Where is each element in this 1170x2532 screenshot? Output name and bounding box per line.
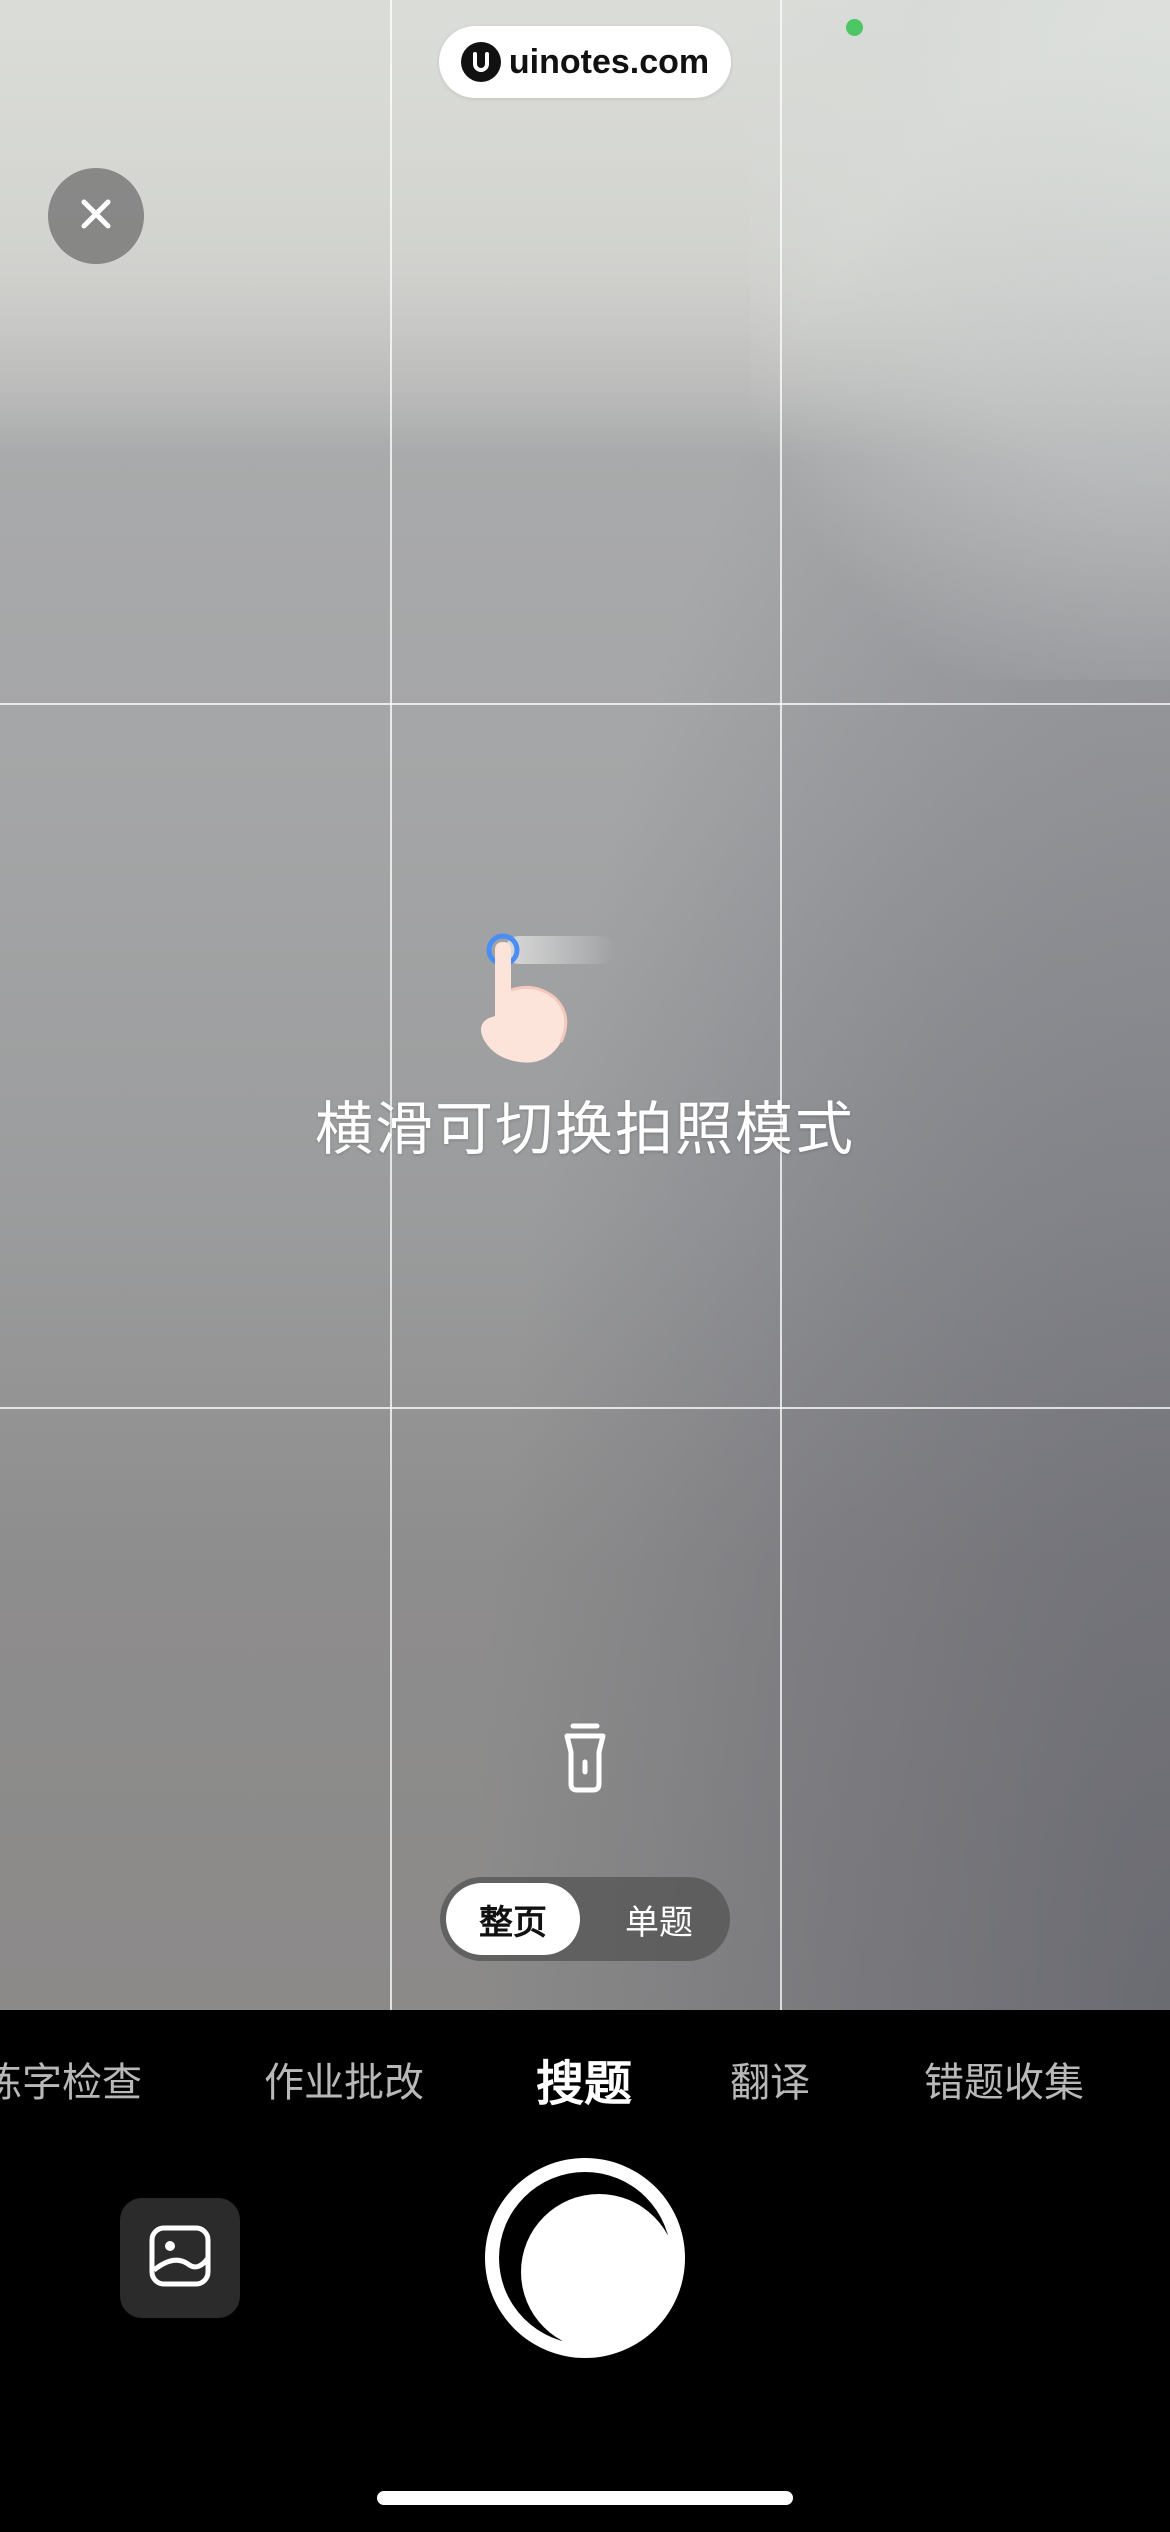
home-indicator[interactable] bbox=[377, 2491, 793, 2505]
shutter-ring bbox=[499, 2172, 677, 2350]
watermark-badge: uinotes.com bbox=[439, 26, 731, 98]
mode-tabs: 练字检查 作业批改 搜题 翻译 错题收集 bbox=[0, 2010, 1170, 2160]
tab-search-question[interactable]: 搜题 bbox=[536, 2044, 632, 2114]
flashlight-icon bbox=[555, 1723, 615, 1798]
close-button[interactable] bbox=[48, 168, 144, 264]
tab-homework-grading[interactable]: 作业批改 bbox=[264, 2050, 424, 2108]
swipe-hint-text: 横滑可切换拍照模式 bbox=[314, 1095, 855, 1163]
capture-mode-toggle[interactable]: 整页 单题 bbox=[440, 1877, 730, 1961]
grid-line-vertical-1 bbox=[390, 0, 392, 2010]
camera-viewfinder[interactable]: uinotes.com 横滑可切换拍照模式 整页 单题 bbox=[0, 0, 1170, 2010]
grid-line-horizontal-1 bbox=[0, 703, 1170, 705]
shutter-core bbox=[521, 2194, 677, 2350]
tab-mistake-collection[interactable]: 错题收集 bbox=[924, 2050, 1084, 2108]
uinotes-logo-icon bbox=[460, 42, 501, 82]
swipe-hand-icon bbox=[455, 920, 635, 1070]
close-icon bbox=[76, 194, 116, 238]
image-gallery-icon bbox=[148, 2224, 212, 2292]
flashlight-button[interactable] bbox=[555, 1722, 615, 1794]
gallery-button[interactable] bbox=[120, 2198, 240, 2318]
grid-line-horizontal-2 bbox=[0, 1407, 1170, 1409]
tab-translate[interactable]: 翻译 bbox=[730, 2050, 810, 2108]
toggle-option-single-question[interactable]: 单题 bbox=[592, 1883, 726, 1955]
camera-active-dot bbox=[846, 19, 863, 36]
watermark-text: uinotes.com bbox=[508, 42, 710, 81]
tab-handwriting-check[interactable]: 练字检查 bbox=[0, 2050, 142, 2108]
toggle-option-full-page[interactable]: 整页 bbox=[446, 1883, 580, 1955]
shutter-button[interactable] bbox=[485, 2158, 685, 2358]
camera-screen: uinotes.com 横滑可切换拍照模式 整页 单题 练字检查 作业批改 搜题… bbox=[0, 0, 1170, 2532]
grid-line-vertical-2 bbox=[780, 0, 782, 2010]
